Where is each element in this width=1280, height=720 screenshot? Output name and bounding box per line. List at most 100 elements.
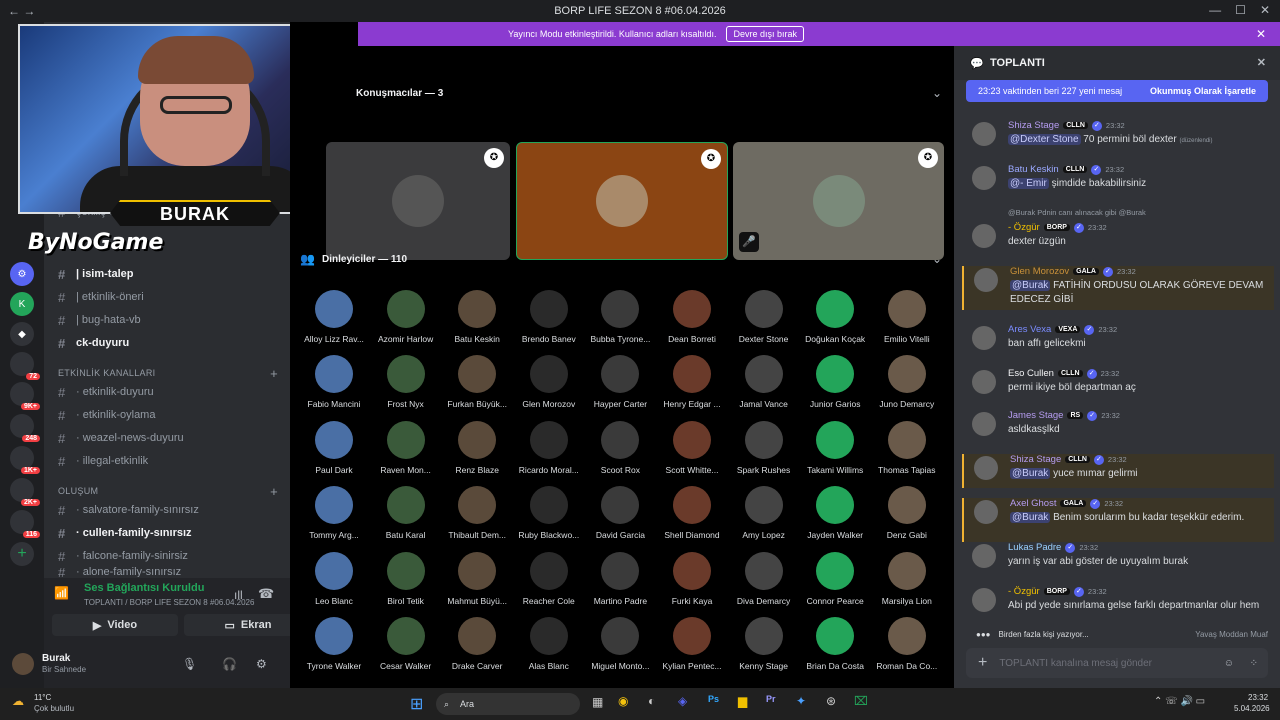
server-icon[interactable]: ◆ (10, 322, 34, 346)
taskbar-search[interactable]: ⌕ Ara (436, 693, 580, 715)
audience-member[interactable]: Dexter Stone (728, 290, 800, 344)
author-name[interactable]: Batu Keskin (1008, 164, 1059, 175)
start-icon[interactable]: ⊞ (410, 694, 423, 714)
server-icon[interactable]: 9K+ (10, 382, 40, 410)
avatar[interactable] (972, 412, 996, 436)
audience-member[interactable]: Diva Demarcy (728, 551, 800, 606)
chat-message[interactable]: Shiza Stage CLLN ✓ 23:32 @Dexter Stone 70 pe… (962, 120, 1274, 154)
avatar[interactable] (974, 500, 998, 524)
chat-message[interactable]: Glen Morozov GALA ✓ 23:32 @Burak FATİHİN ORD… (962, 266, 1274, 310)
disconnect-icon[interactable]: ☎ (258, 586, 274, 602)
audience-member[interactable]: Kylian Pentec... (656, 617, 728, 671)
avatar[interactable] (972, 370, 996, 394)
audience-member[interactable]: Mahmut Büyü... (441, 551, 513, 606)
mention[interactable]: @Burak (1010, 512, 1051, 523)
channel-item[interactable]: # · weazel-news-duyuru (58, 428, 278, 448)
mention[interactable]: @Dexter Stone (1008, 134, 1081, 145)
photoshop-icon[interactable]: Ps (708, 694, 719, 704)
audience-member[interactable]: Denz Gabi (871, 486, 943, 540)
audience-member[interactable]: Renz Blaze (441, 420, 513, 475)
chevron-down-icon[interactable]: ⌄ (932, 252, 942, 266)
avatar[interactable] (972, 122, 996, 146)
new-messages-bar[interactable]: 23:23 vaktinden beri 227 yeni mesaj Okunm… (966, 80, 1268, 102)
weather-temp[interactable]: 11°C (34, 693, 51, 702)
author-name[interactable]: Lukas Padre (1008, 542, 1061, 553)
channel-item[interactable]: # · illegal-etkinlik (58, 451, 278, 471)
message-input[interactable]: TOPLANTI kanalına mesaj gönder (999, 658, 1152, 669)
audience-member[interactable]: Ruby Blackwo... (513, 486, 585, 540)
settings-gear-icon[interactable]: ⚙ (256, 657, 267, 671)
audience-member[interactable]: Roman Da Co... (871, 617, 943, 671)
author-name[interactable]: Glen Morozov (1010, 266, 1069, 277)
reply-preview[interactable]: @Burak Pdnin canı alınacak gibi @Burak (1008, 208, 1146, 217)
chat-message[interactable]: Lukas Padre ✓ 23:32 yarın iş var abi göster… (962, 542, 1274, 586)
audience-member[interactable]: Amy Lopez (728, 486, 800, 540)
audience-member[interactable]: Batu Keskin (441, 290, 513, 344)
tray-icons[interactable]: ⌃ ☏ 🔊 ▭ (1154, 696, 1205, 707)
channel-item[interactable]: # · etkinlik-oylama (58, 405, 278, 425)
audience-member[interactable]: Takami Willims (799, 420, 871, 475)
audience-member[interactable]: Tommy Arg... (298, 486, 370, 540)
server-icon[interactable]: 116 (10, 510, 40, 538)
mic-icon[interactable]: 🎙 (182, 657, 197, 671)
add-server-icon[interactable]: + (10, 542, 34, 566)
avatar[interactable] (974, 268, 998, 292)
audience-member[interactable]: Jamal Vance (728, 355, 800, 409)
audience-member[interactable]: Fabio Mancini (298, 355, 370, 409)
close-icon[interactable]: ✕ (1260, 3, 1270, 17)
clock-date[interactable]: 5.04.2026 (1234, 704, 1270, 713)
channel-item[interactable]: # · alone-family-sınırsız (58, 567, 278, 577)
chat-message[interactable]: Batu Keskin CLLN ✓ 23:32 @- Emir şimdide bak… (962, 164, 1274, 198)
app-icon[interactable]: ⊛ (826, 694, 836, 708)
weather-desc[interactable]: Çok bulutlu (34, 704, 74, 713)
mark-read-button[interactable]: Okunmuş Olarak İşaretle (1150, 86, 1256, 96)
chat-message[interactable]: @Burak Pdnin canı alınacak gibi @Burak - … (962, 208, 1274, 256)
audience-member[interactable]: Jayden Walker (799, 486, 871, 540)
avatar[interactable] (972, 588, 996, 612)
avatar[interactable] (974, 456, 998, 480)
audience-member[interactable]: David Garcia (584, 486, 656, 540)
server-icon[interactable]: 2K+ (10, 478, 40, 506)
audience-member[interactable]: Brian Da Costa (799, 617, 871, 671)
clock-time[interactable]: 23:32 (1248, 693, 1268, 702)
category-header[interactable]: ETKİNLİK KANALLARI + (58, 366, 278, 381)
video-button[interactable]: ▶ Video (52, 614, 178, 636)
audience-member[interactable]: Furki Kaya (656, 551, 728, 606)
chat-message[interactable]: - Özgür BORP ✓ 23:32 Abi pd yede sınırlama g… (962, 586, 1274, 630)
avatar[interactable] (972, 224, 996, 248)
maximize-icon[interactable]: ☐ (1235, 3, 1246, 17)
audience-member[interactable]: Scoot Rox (584, 420, 656, 475)
steam-icon[interactable]: ◐ (648, 694, 655, 708)
audience-member[interactable]: Azomir Harlow (370, 290, 442, 344)
audience-member[interactable]: Scott Whitte... (656, 420, 728, 475)
speaker-tile[interactable]: ✪ (516, 142, 728, 260)
audience-member[interactable]: Ricardo Moral... (513, 420, 585, 475)
server-icon[interactable]: ⚙ (10, 262, 34, 286)
audience-member[interactable]: Marsilya Lion (871, 551, 943, 606)
author-name[interactable]: Eso Cullen (1008, 368, 1054, 379)
audience-member[interactable]: Henry Edgar ... (656, 355, 728, 409)
audience-member[interactable]: Furkan Büyük... (441, 355, 513, 409)
avatar[interactable] (972, 166, 996, 190)
add-channel-icon[interactable]: + (270, 484, 278, 499)
author-name[interactable]: Shiza Stage (1010, 454, 1061, 465)
minimize-icon[interactable]: — (1209, 3, 1221, 17)
author-name[interactable]: Axel Ghost (1010, 498, 1056, 509)
server-icon[interactable]: 72 (10, 352, 40, 380)
close-icon[interactable]: ✕ (1257, 56, 1266, 69)
audience-member[interactable]: Doğukan Koçak (799, 290, 871, 344)
headphones-icon[interactable]: 🎧 (222, 657, 237, 671)
author-name[interactable]: - Özgür (1008, 222, 1040, 233)
user-panel[interactable]: Burak Bir Sahnede 🎙 🎧 ⚙ (12, 650, 290, 678)
audience-member[interactable]: Brendo Banev (513, 290, 585, 344)
premiere-icon[interactable]: Pr (766, 694, 776, 704)
emoji-icon[interactable]: ☺ (1224, 658, 1234, 669)
avatar[interactable] (972, 326, 996, 350)
channel-item[interactable]: # | etkinlik-öneri (58, 287, 278, 307)
channel-item[interactable]: # · etkinlik-duyuru (58, 382, 278, 402)
speaker-tile[interactable]: ✪ (326, 142, 510, 260)
signal-icon[interactable]: 📶 (54, 586, 69, 600)
app-icon[interactable]: ⌧ (854, 694, 868, 708)
audience-member[interactable]: Glen Morozov (513, 355, 585, 409)
audience-member[interactable]: Martino Padre (584, 551, 656, 606)
